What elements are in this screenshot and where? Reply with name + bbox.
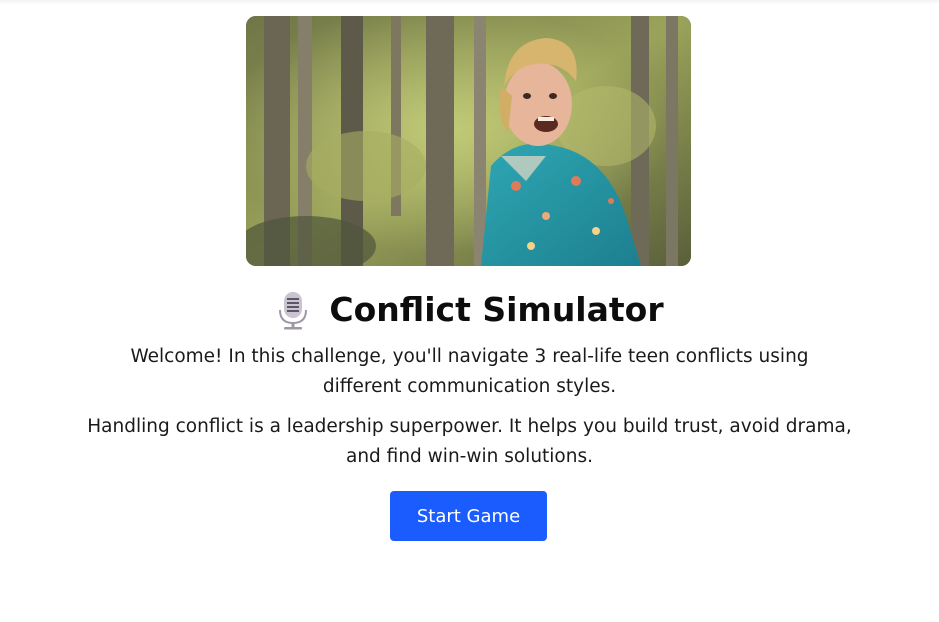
page: Conflict Simulator Welcome! In this chal… <box>0 0 939 622</box>
start-game-button[interactable]: Start Game <box>390 491 547 541</box>
hero-image <box>246 16 691 266</box>
intro-paragraph: Welcome! In this challenge, you'll navig… <box>130 346 809 397</box>
forest-man-photo <box>246 16 691 266</box>
leadership-paragraph: Handling conflict is a leadership superp… <box>87 416 852 467</box>
title-row: Conflict Simulator <box>0 288 939 332</box>
top-divider <box>0 0 939 4</box>
page-title: Conflict Simulator <box>329 290 664 329</box>
microphone-icon <box>279 292 308 330</box>
